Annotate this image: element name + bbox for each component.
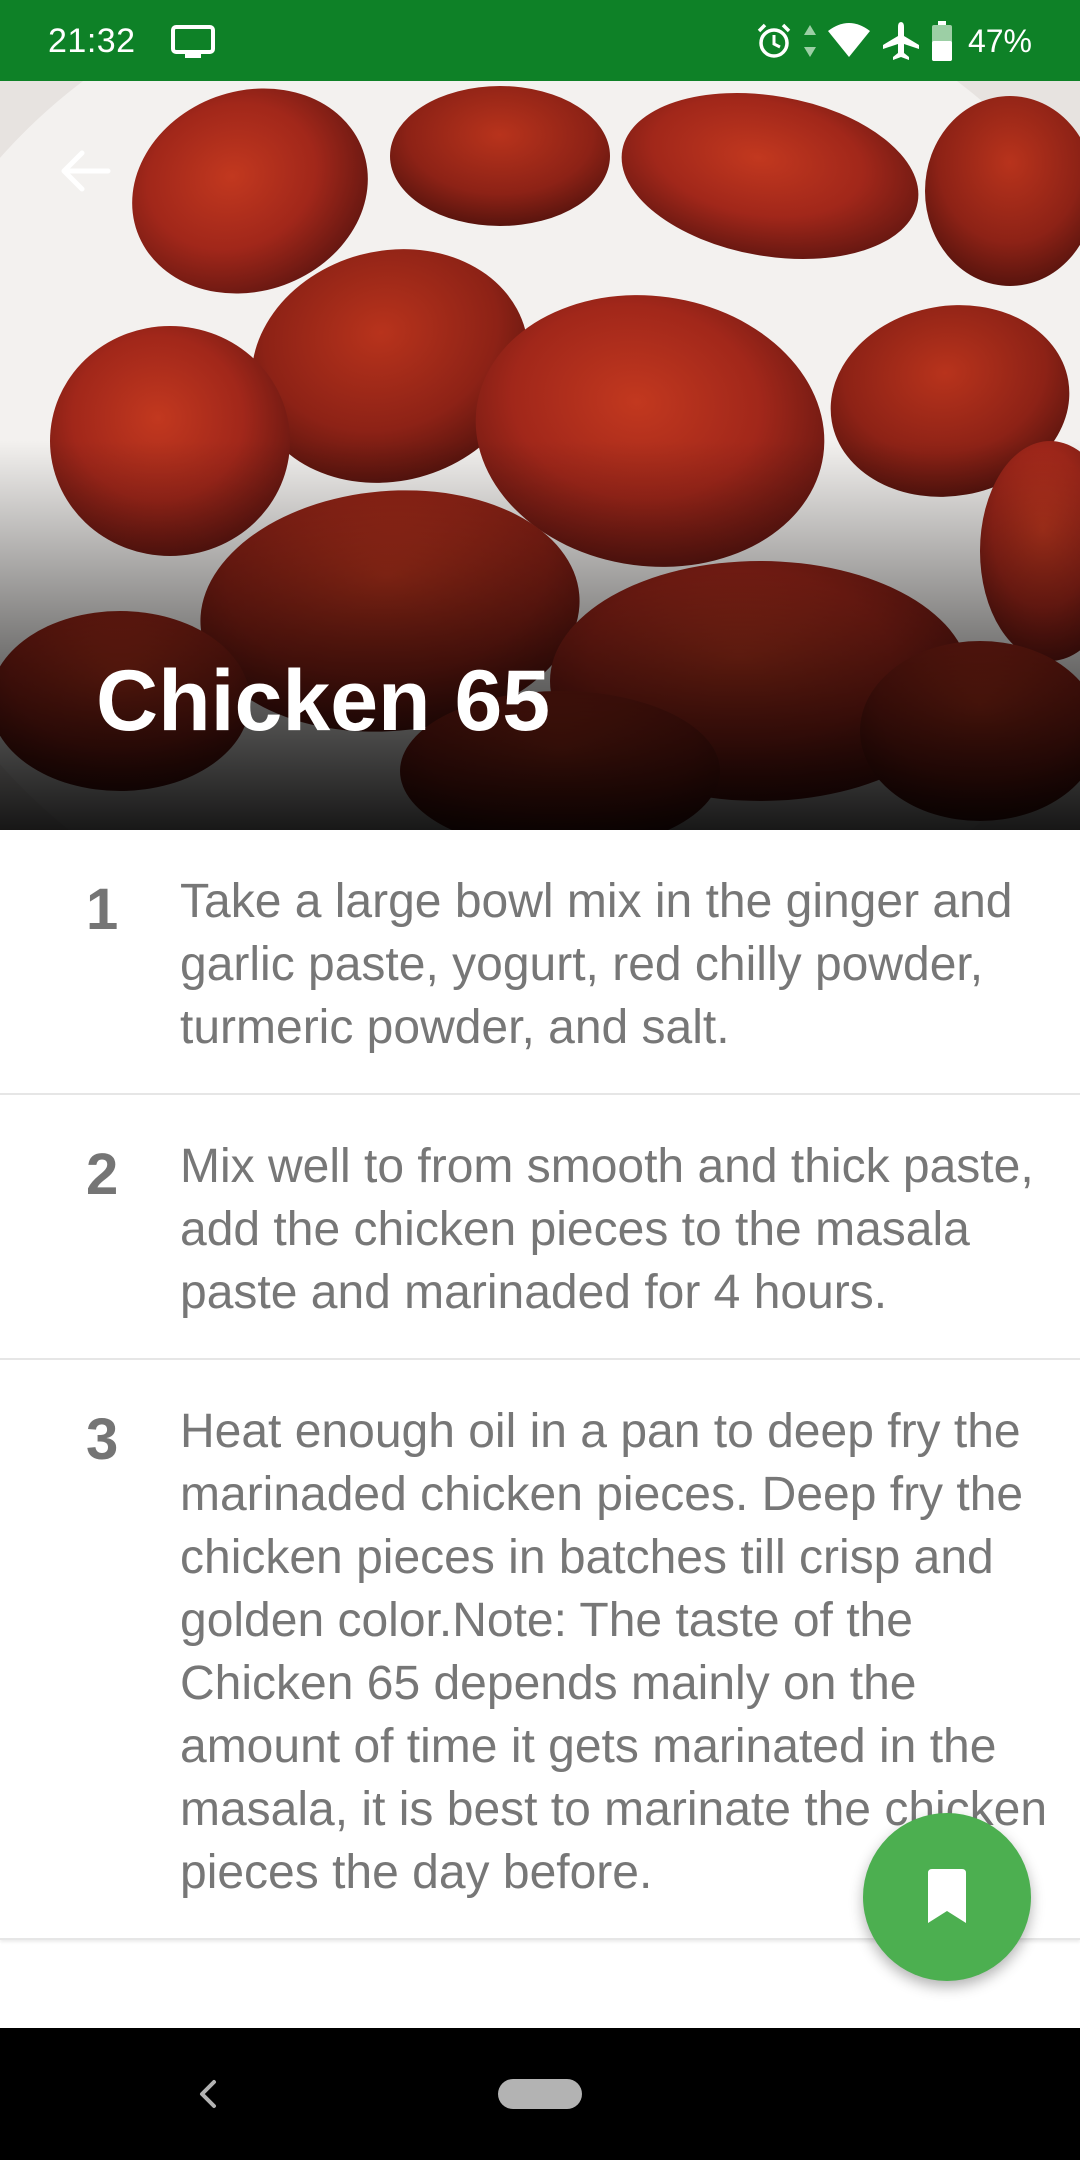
alarm-icon <box>757 23 791 58</box>
recipe-hero: Chicken 65 <box>0 81 1080 830</box>
status-time: 21:32 <box>48 22 136 60</box>
screen-cast-icon <box>171 25 215 58</box>
bookmark-icon <box>928 1869 966 1923</box>
navigation-bar <box>0 2028 1080 2160</box>
status-icons: 47% <box>754 18 1032 64</box>
step-number: 3 <box>86 1407 119 1472</box>
data-arrows-icon <box>803 25 816 57</box>
battery-percent: 47% <box>967 23 1032 59</box>
step-card: 1 Take a large bowl mix in the ginger an… <box>0 830 1080 1095</box>
back-button[interactable] <box>44 131 124 211</box>
chevron-left-icon[interactable] <box>186 2064 230 2124</box>
step-number: 1 <box>86 877 119 942</box>
step-number: 2 <box>86 1142 119 1207</box>
step-text: Take a large bowl mix in the ginger and … <box>180 875 1013 1054</box>
bookmark-button[interactable] <box>863 1813 1031 1981</box>
battery-icon <box>931 21 952 61</box>
home-pill-icon[interactable] <box>498 2079 582 2109</box>
recipe-detail-screen: 21:32 47% Chicken 65 1 Take a large bowl… <box>0 0 1080 2160</box>
wifi-icon <box>827 23 870 57</box>
recipe-title: Chicken 65 <box>96 653 551 749</box>
step-text: Mix well to from smooth and thick paste,… <box>180 1140 1034 1319</box>
airplane-icon <box>882 22 919 60</box>
status-bar: 21:32 47% <box>0 0 1080 81</box>
step-card: 2 Mix well to from smooth and thick past… <box>0 1095 1080 1360</box>
arrow-left-icon <box>61 150 111 192</box>
